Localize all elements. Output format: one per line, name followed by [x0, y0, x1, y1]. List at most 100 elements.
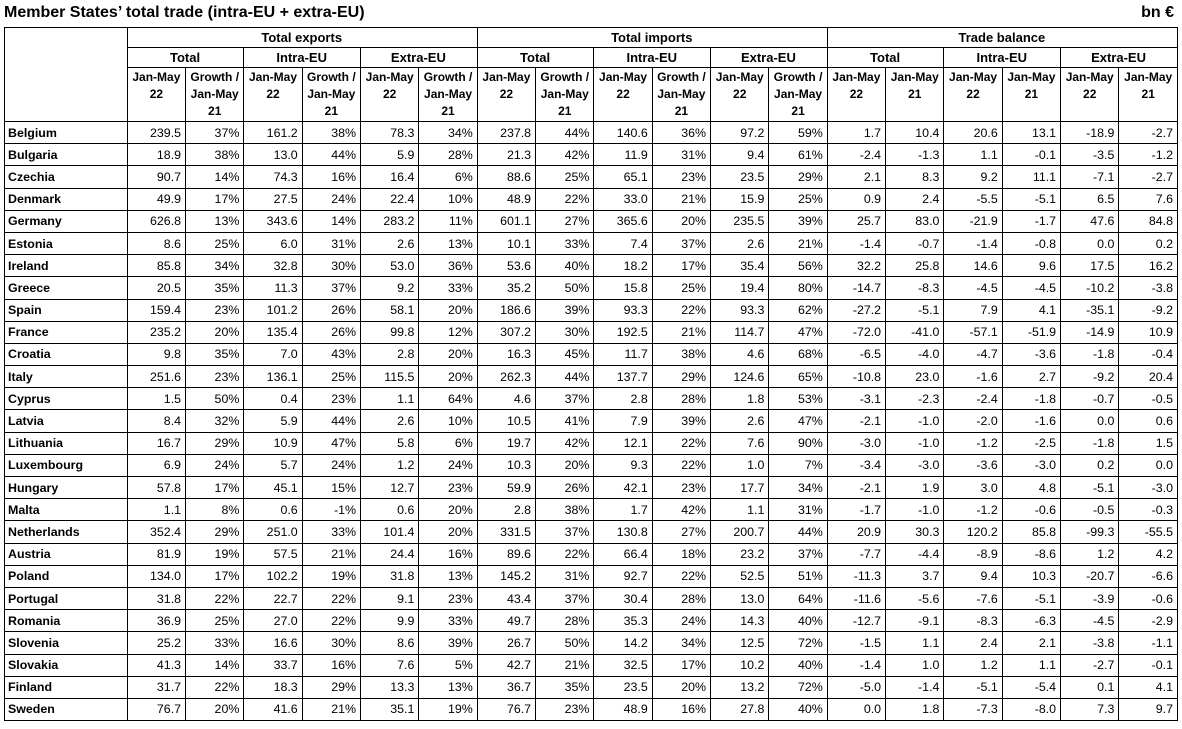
- value-cell: 31.8: [360, 564, 420, 588]
- value-cell: 32%: [185, 409, 245, 433]
- value-cell: -1.7: [826, 498, 887, 522]
- value-cell: 24.4: [360, 542, 420, 566]
- value-cell: -4.0: [885, 342, 945, 367]
- value-cell: -55.5: [1118, 520, 1178, 544]
- value-cell: 13%: [418, 675, 478, 699]
- value-cell: 89.6: [476, 542, 537, 566]
- value-cell: 10.1: [476, 231, 537, 256]
- value-cell: 137.7: [593, 365, 653, 389]
- value-cell: -1.6: [1001, 409, 1062, 433]
- value-cell: 7.6: [360, 653, 420, 677]
- value-cell: 40%: [768, 609, 828, 633]
- table-row: Austria 81.9 19% 57.5 21% 24.4 16% 89.6 22% 66.4 1…: [4, 542, 1178, 566]
- value-cell: 1.2: [360, 453, 420, 478]
- value-cell: -1.0: [885, 431, 945, 455]
- value-cell: 30.3: [885, 520, 945, 544]
- value-cell: 90.7: [126, 165, 187, 189]
- value-cell: 40%: [768, 653, 828, 677]
- value-cell: 64%: [418, 387, 478, 411]
- value-cell: 39%: [418, 631, 478, 655]
- country-cell: Ireland: [4, 254, 128, 278]
- value-cell: 29%: [185, 520, 245, 544]
- value-cell: 1.1: [885, 631, 945, 655]
- value-cell: 37%: [768, 542, 828, 566]
- value-cell: 23%: [418, 475, 478, 500]
- value-cell: 31.7: [126, 675, 187, 699]
- column-header: Growth / Jan-May 21: [301, 67, 362, 122]
- value-cell: 24%: [418, 453, 478, 478]
- value-cell: 24%: [651, 609, 712, 633]
- value-cell: 2.1: [826, 165, 887, 189]
- value-cell: 16%: [651, 697, 712, 722]
- value-cell: 30%: [301, 254, 362, 278]
- value-cell: 57.5: [243, 542, 303, 566]
- value-cell: -1.8: [1060, 431, 1120, 455]
- country-cell: Romania: [4, 609, 128, 633]
- value-cell: 22%: [301, 586, 362, 611]
- value-cell: 48.9: [476, 187, 537, 211]
- table-row: Hungary 57.8 17% 45.1 15% 12.7 23% 59.9 26% 42.1 2…: [4, 475, 1178, 500]
- value-cell: 10.3: [1001, 564, 1062, 588]
- value-cell: 2.4: [943, 631, 1003, 655]
- value-cell: 20%: [418, 365, 478, 389]
- value-cell: 92.7: [593, 564, 653, 588]
- value-cell: -2.4: [826, 143, 887, 167]
- value-cell: 35.4: [710, 254, 770, 278]
- value-cell: 13%: [185, 209, 245, 233]
- value-cell: -1.5: [826, 631, 887, 655]
- value-cell: 47.6: [1060, 209, 1120, 233]
- value-cell: 20.6: [943, 120, 1003, 145]
- value-cell: -2.0: [943, 409, 1003, 433]
- value-cell: 83.0: [885, 209, 945, 233]
- value-cell: -2.7: [1118, 120, 1178, 145]
- value-cell: 21%: [768, 231, 828, 256]
- value-cell: 48.9: [593, 697, 653, 722]
- value-cell: -0.3: [1118, 498, 1178, 522]
- value-cell: 12%: [418, 320, 478, 344]
- value-cell: 21%: [535, 653, 595, 677]
- value-cell: 33%: [418, 276, 478, 300]
- value-cell: -5.1: [1060, 475, 1120, 500]
- value-cell: 120.2: [943, 520, 1003, 544]
- value-cell: 53%: [768, 387, 828, 411]
- value-cell: 3.0: [943, 475, 1003, 500]
- value-cell: -7.1: [1060, 165, 1120, 189]
- value-cell: 41%: [535, 409, 595, 433]
- column-header: Jan-May 22: [710, 67, 770, 122]
- value-cell: 27.8: [710, 697, 770, 722]
- value-cell: 101.2: [243, 298, 303, 322]
- value-cell: -6.5: [826, 342, 887, 367]
- value-cell: -3.6: [943, 453, 1003, 478]
- value-cell: 365.6: [593, 209, 653, 233]
- value-cell: 27.0: [243, 609, 303, 633]
- value-cell: 20%: [651, 209, 712, 233]
- value-cell: 31%: [535, 564, 595, 588]
- value-cell: 8.3: [885, 165, 945, 189]
- value-cell: 22%: [651, 564, 712, 588]
- column-header: Jan-May 22: [943, 67, 1003, 122]
- value-cell: -1.7: [1001, 209, 1062, 233]
- table-row: Greece 20.5 35% 11.3 37% 9.2 33% 35.2 50% 15.8 25%…: [4, 276, 1178, 300]
- value-cell: 159.4: [126, 298, 187, 322]
- value-cell: 22%: [651, 431, 712, 455]
- country-cell: France: [4, 320, 128, 344]
- value-cell: -6.6: [1118, 564, 1178, 588]
- value-cell: 57.8: [126, 475, 187, 500]
- value-cell: 17.5: [1060, 254, 1120, 278]
- value-cell: -8.3: [885, 276, 945, 300]
- value-cell: 20.9: [826, 520, 887, 544]
- title-row: Member States’ total trade (intra-EU + e…: [4, 2, 1178, 24]
- value-cell: 2.8: [476, 498, 537, 522]
- value-cell: 76.7: [126, 697, 187, 722]
- value-cell: 78.3: [360, 120, 420, 145]
- value-cell: 43%: [301, 342, 362, 367]
- value-cell: 40%: [768, 697, 828, 722]
- value-cell: 13%: [418, 564, 478, 588]
- column-header: Jan-May 21: [885, 67, 945, 122]
- value-cell: 33%: [185, 631, 245, 655]
- value-cell: 3.7: [885, 564, 945, 588]
- value-cell: 186.6: [476, 298, 537, 322]
- country-cell: Lithuania: [4, 431, 128, 455]
- value-cell: 4.6: [476, 387, 537, 411]
- value-cell: 6.5: [1060, 187, 1120, 211]
